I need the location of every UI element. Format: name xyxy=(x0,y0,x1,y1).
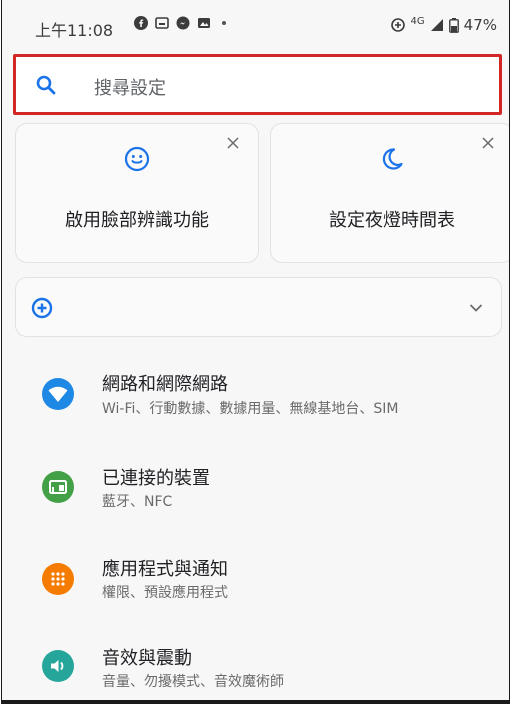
item-subtitle: 權限、預設應用程式 xyxy=(102,585,228,601)
suggestion-card-night-light[interactable]: 設定夜燈時間表 xyxy=(270,123,509,263)
suggestion-label: 設定夜燈時間表 xyxy=(329,210,455,231)
status-right: 4G 47% xyxy=(390,16,497,34)
item-title: 已連接的裝置 xyxy=(102,468,210,489)
status-bar: 上午11:08 4G 47% xyxy=(2,0,509,46)
settings-item-sound[interactable]: 音效與震動 音量、勿擾模式、音效魔術師 xyxy=(2,640,509,704)
moon-icon xyxy=(382,148,403,170)
settings-item-connected-devices[interactable]: 已連接的裝置 藍牙、NFC xyxy=(2,460,509,540)
data-saver-icon xyxy=(31,297,53,319)
settings-item-network[interactable]: 網路和網際網路 Wi-Fi、行動數據、數據用量、無線基地台、SIM xyxy=(2,360,509,440)
status-time: 上午11:08 xyxy=(35,21,114,40)
network-type: 4G xyxy=(410,15,425,27)
face-icon xyxy=(124,146,150,172)
notification-icons xyxy=(134,16,226,30)
item-subtitle: 音量、勿擾模式、音效魔術師 xyxy=(102,674,284,690)
battery-icon xyxy=(448,17,459,33)
gallery-icon xyxy=(155,17,169,29)
image-icon xyxy=(198,18,210,28)
signal-icon xyxy=(430,19,443,31)
suggestion-card-face-unlock[interactable]: 啟用臉部辨識功能 xyxy=(15,123,259,263)
item-title: 音效與震動 xyxy=(102,648,192,669)
wifi-icon xyxy=(42,378,74,410)
close-icon[interactable] xyxy=(481,136,495,150)
search-icon xyxy=(36,75,56,95)
volume-icon xyxy=(42,650,74,682)
search-placeholder: 搜尋設定 xyxy=(94,78,166,99)
item-subtitle: Wi-Fi、行動數據、數據用量、無線基地台、SIM xyxy=(102,401,399,417)
more-notifications-dot xyxy=(222,21,226,25)
settings-screen: 上午11:08 4G 47% 搜尋設定 啟用臉部辨識功能 設定夜燈時間表 網路和… xyxy=(1,0,510,704)
battery-level: 47% xyxy=(463,16,497,34)
screen-bottom-border xyxy=(2,700,509,704)
data-saver-icon xyxy=(390,18,405,32)
search-bar[interactable]: 搜尋設定 xyxy=(13,54,502,115)
close-icon[interactable] xyxy=(226,136,240,150)
settings-item-apps[interactable]: 應用程式與通知 權限、預設應用程式 xyxy=(2,550,509,630)
item-subtitle: 藍牙、NFC xyxy=(102,494,173,510)
item-title: 應用程式與通知 xyxy=(102,559,228,580)
suggestion-label: 啟用臉部辨識功能 xyxy=(65,210,209,231)
devices-icon xyxy=(42,471,74,503)
item-title: 網路和網際網路 xyxy=(102,374,228,395)
chevron-down-icon[interactable] xyxy=(469,303,483,313)
apps-icon xyxy=(42,563,74,595)
facebook-icon xyxy=(134,16,148,30)
messenger-icon xyxy=(176,16,190,30)
conditions-card[interactable] xyxy=(15,277,502,337)
